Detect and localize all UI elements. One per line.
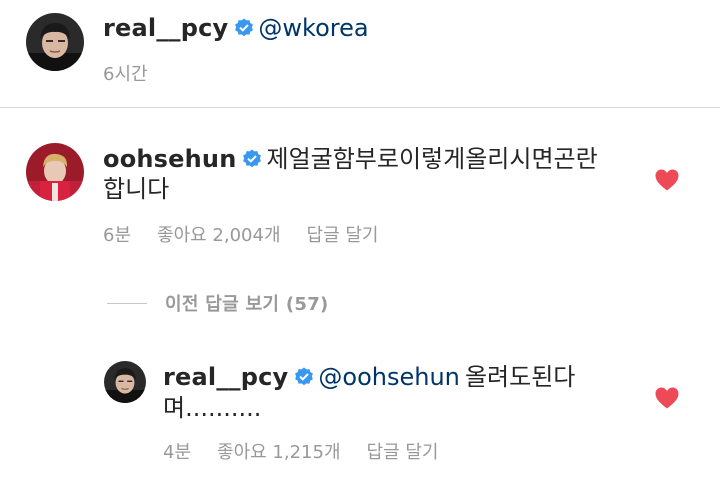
reply-button[interactable]: 답글 달기 — [307, 225, 379, 246]
divider — [0, 107, 720, 108]
reply-text: 올려도된다 — [464, 363, 576, 391]
verified-badge-icon — [294, 367, 314, 387]
avatar[interactable] — [26, 13, 84, 71]
comment-likes-count[interactable]: 좋아요 2,004개 — [157, 225, 281, 246]
heart-icon[interactable] — [654, 386, 680, 410]
view-replies-label[interactable]: 이전 답글 보기 (57) — [165, 290, 329, 316]
comment-username[interactable]: oohsehun — [103, 145, 236, 173]
reply-username[interactable]: real__pcy — [163, 363, 288, 391]
post-mention-link[interactable]: @wkorea — [258, 14, 368, 42]
comment-timestamp: 6분 — [103, 225, 132, 246]
divider — [107, 302, 147, 304]
reply-button[interactable]: 답글 달기 — [367, 442, 439, 463]
reply-timestamp: 4분 — [163, 442, 192, 463]
avatar[interactable] — [26, 143, 84, 201]
post-username[interactable]: real__pcy — [103, 14, 228, 42]
comment-text-continued: 합니다 — [103, 175, 170, 203]
view-previous-replies[interactable]: 이전 답글 보기 (57) — [107, 288, 329, 318]
post-header: real__pcy @wkorea 6시간 — [0, 0, 720, 107]
heart-icon[interactable] — [654, 168, 680, 192]
reply-mention-link[interactable]: @oohsehun — [318, 363, 459, 391]
verified-badge-icon — [234, 18, 254, 38]
verified-badge-icon — [242, 149, 262, 169]
post-timestamp: 6시간 — [103, 64, 148, 85]
comment-text: 제얼굴함부로이렇게올리시면곤란 — [266, 145, 598, 173]
reply-text-continued: 며.......... — [163, 394, 262, 422]
reply-likes-count[interactable]: 좋아요 1,215개 — [217, 442, 341, 463]
avatar[interactable] — [104, 361, 146, 403]
